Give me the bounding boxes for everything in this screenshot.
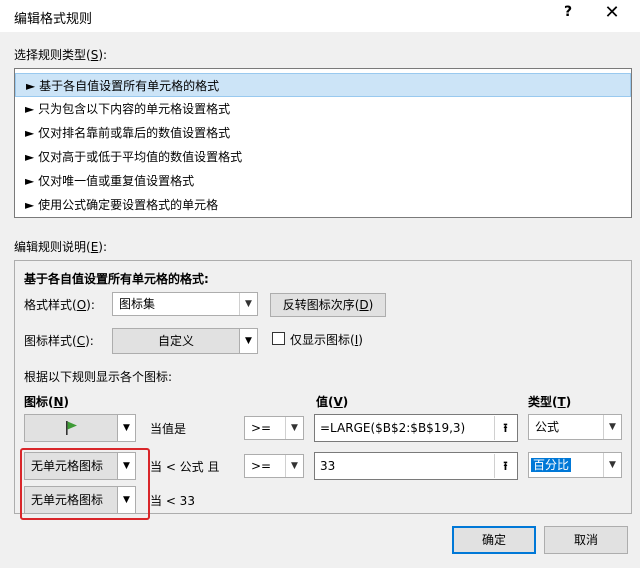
rules-caption: 根据以下规则显示各个图标: — [24, 370, 173, 384]
rule-type-item-2[interactable]: ► 仅对排名靠前或靠后的数值设置格式 — [15, 121, 631, 145]
collapse-dialog-icon[interactable]: ⭱ — [494, 416, 516, 440]
column-icon-header: 图标(N) — [24, 395, 70, 409]
rule-type-item-0[interactable]: ► 基于各自值设置所有单元格的格式 — [15, 73, 631, 97]
rule-type-list[interactable]: ► 基于各自值设置所有单元格的格式 ► 只为包含以下内容的单元格设置格式 ► 仅… — [14, 68, 632, 218]
reverse-icon-order-button[interactable]: 反转图标次序(D) — [270, 293, 386, 317]
dialog-title: 编辑格式规则 — [14, 12, 93, 27]
column-value-header: 值(V) — [316, 395, 349, 409]
triangle-right-icon: ► — [25, 150, 35, 164]
show-icon-only-checkbox[interactable] — [272, 332, 285, 345]
type-select-row-1[interactable]: 公式 ▼ — [528, 414, 622, 440]
icon-style-label: 图标样式(C): — [24, 334, 94, 348]
condition-row-3: 当 < 33 — [150, 494, 195, 508]
chevron-down-icon: ▼ — [117, 415, 135, 441]
help-button[interactable]: ? — [558, 4, 578, 26]
chevron-down-icon: ▼ — [239, 329, 257, 353]
cancel-button[interactable]: 取消 — [544, 526, 628, 554]
title-bar: 编辑格式规则 ? ✕ — [0, 0, 640, 32]
triangle-right-icon: ► — [25, 198, 35, 212]
format-style-select[interactable]: 图标集 ▼ — [112, 292, 258, 316]
column-type-header: 类型(T) — [528, 395, 572, 409]
rule-type-item-4[interactable]: ► 仅对唯一值或重复值设置格式 — [15, 169, 631, 193]
chevron-down-icon: ▼ — [603, 453, 621, 477]
triangle-right-icon: ► — [25, 126, 35, 140]
triangle-right-icon: ► — [25, 174, 35, 188]
ok-button[interactable]: 确定 — [452, 526, 536, 554]
chevron-down-icon: ▼ — [285, 455, 303, 477]
icon-style-select[interactable]: 自定义 ▼ — [112, 328, 258, 354]
value-input-row-1[interactable]: =LARGE($B$2:$B$19,3) ⭱ — [314, 414, 518, 442]
operator-select-row-2[interactable]: >= ▼ — [244, 454, 304, 478]
edit-format-rule-dialog: 编辑格式规则 ? ✕ 选择规则类型(S): ► 基于各自值设置所有单元格的格式 … — [0, 0, 640, 568]
rule-type-item-1[interactable]: ► 只为包含以下内容的单元格设置格式 — [15, 97, 631, 121]
rule-type-label: 选择规则类型(S): — [14, 48, 108, 62]
operator-select-row-1[interactable]: >= ▼ — [244, 416, 304, 440]
condition-row-1: 当值是 — [150, 422, 187, 436]
edit-rule-label: 编辑规则说明(E): — [14, 240, 108, 254]
chevron-down-icon: ▼ — [239, 293, 257, 315]
rule-type-item-3[interactable]: ► 仅对高于或低于平均值的数值设置格式 — [15, 145, 631, 169]
rule-heading: 基于各自值设置所有单元格的格式: — [24, 272, 209, 286]
rule-type-item-5[interactable]: ► 使用公式确定要设置格式的单元格 — [15, 193, 631, 217]
highlight-annotation — [20, 448, 150, 520]
value-input-row-2[interactable]: 33 ⭱ — [314, 452, 518, 480]
condition-row-2: 当 < 公式 且 — [150, 460, 220, 474]
icon-select-row-1[interactable]: ▼ — [24, 414, 136, 442]
chevron-down-icon: ▼ — [285, 417, 303, 439]
collapse-dialog-icon[interactable]: ⭱ — [494, 454, 516, 478]
chevron-down-icon: ▼ — [603, 415, 621, 439]
triangle-right-icon: ► — [26, 79, 36, 93]
triangle-right-icon: ► — [25, 102, 35, 116]
flag-icon — [66, 421, 77, 435]
format-style-label: 格式样式(O): — [24, 298, 95, 312]
type-select-row-2[interactable]: 百分比 ▼ — [528, 452, 622, 478]
close-button[interactable]: ✕ — [600, 2, 624, 28]
show-icon-only-label: 仅显示图标(I) — [290, 333, 363, 347]
